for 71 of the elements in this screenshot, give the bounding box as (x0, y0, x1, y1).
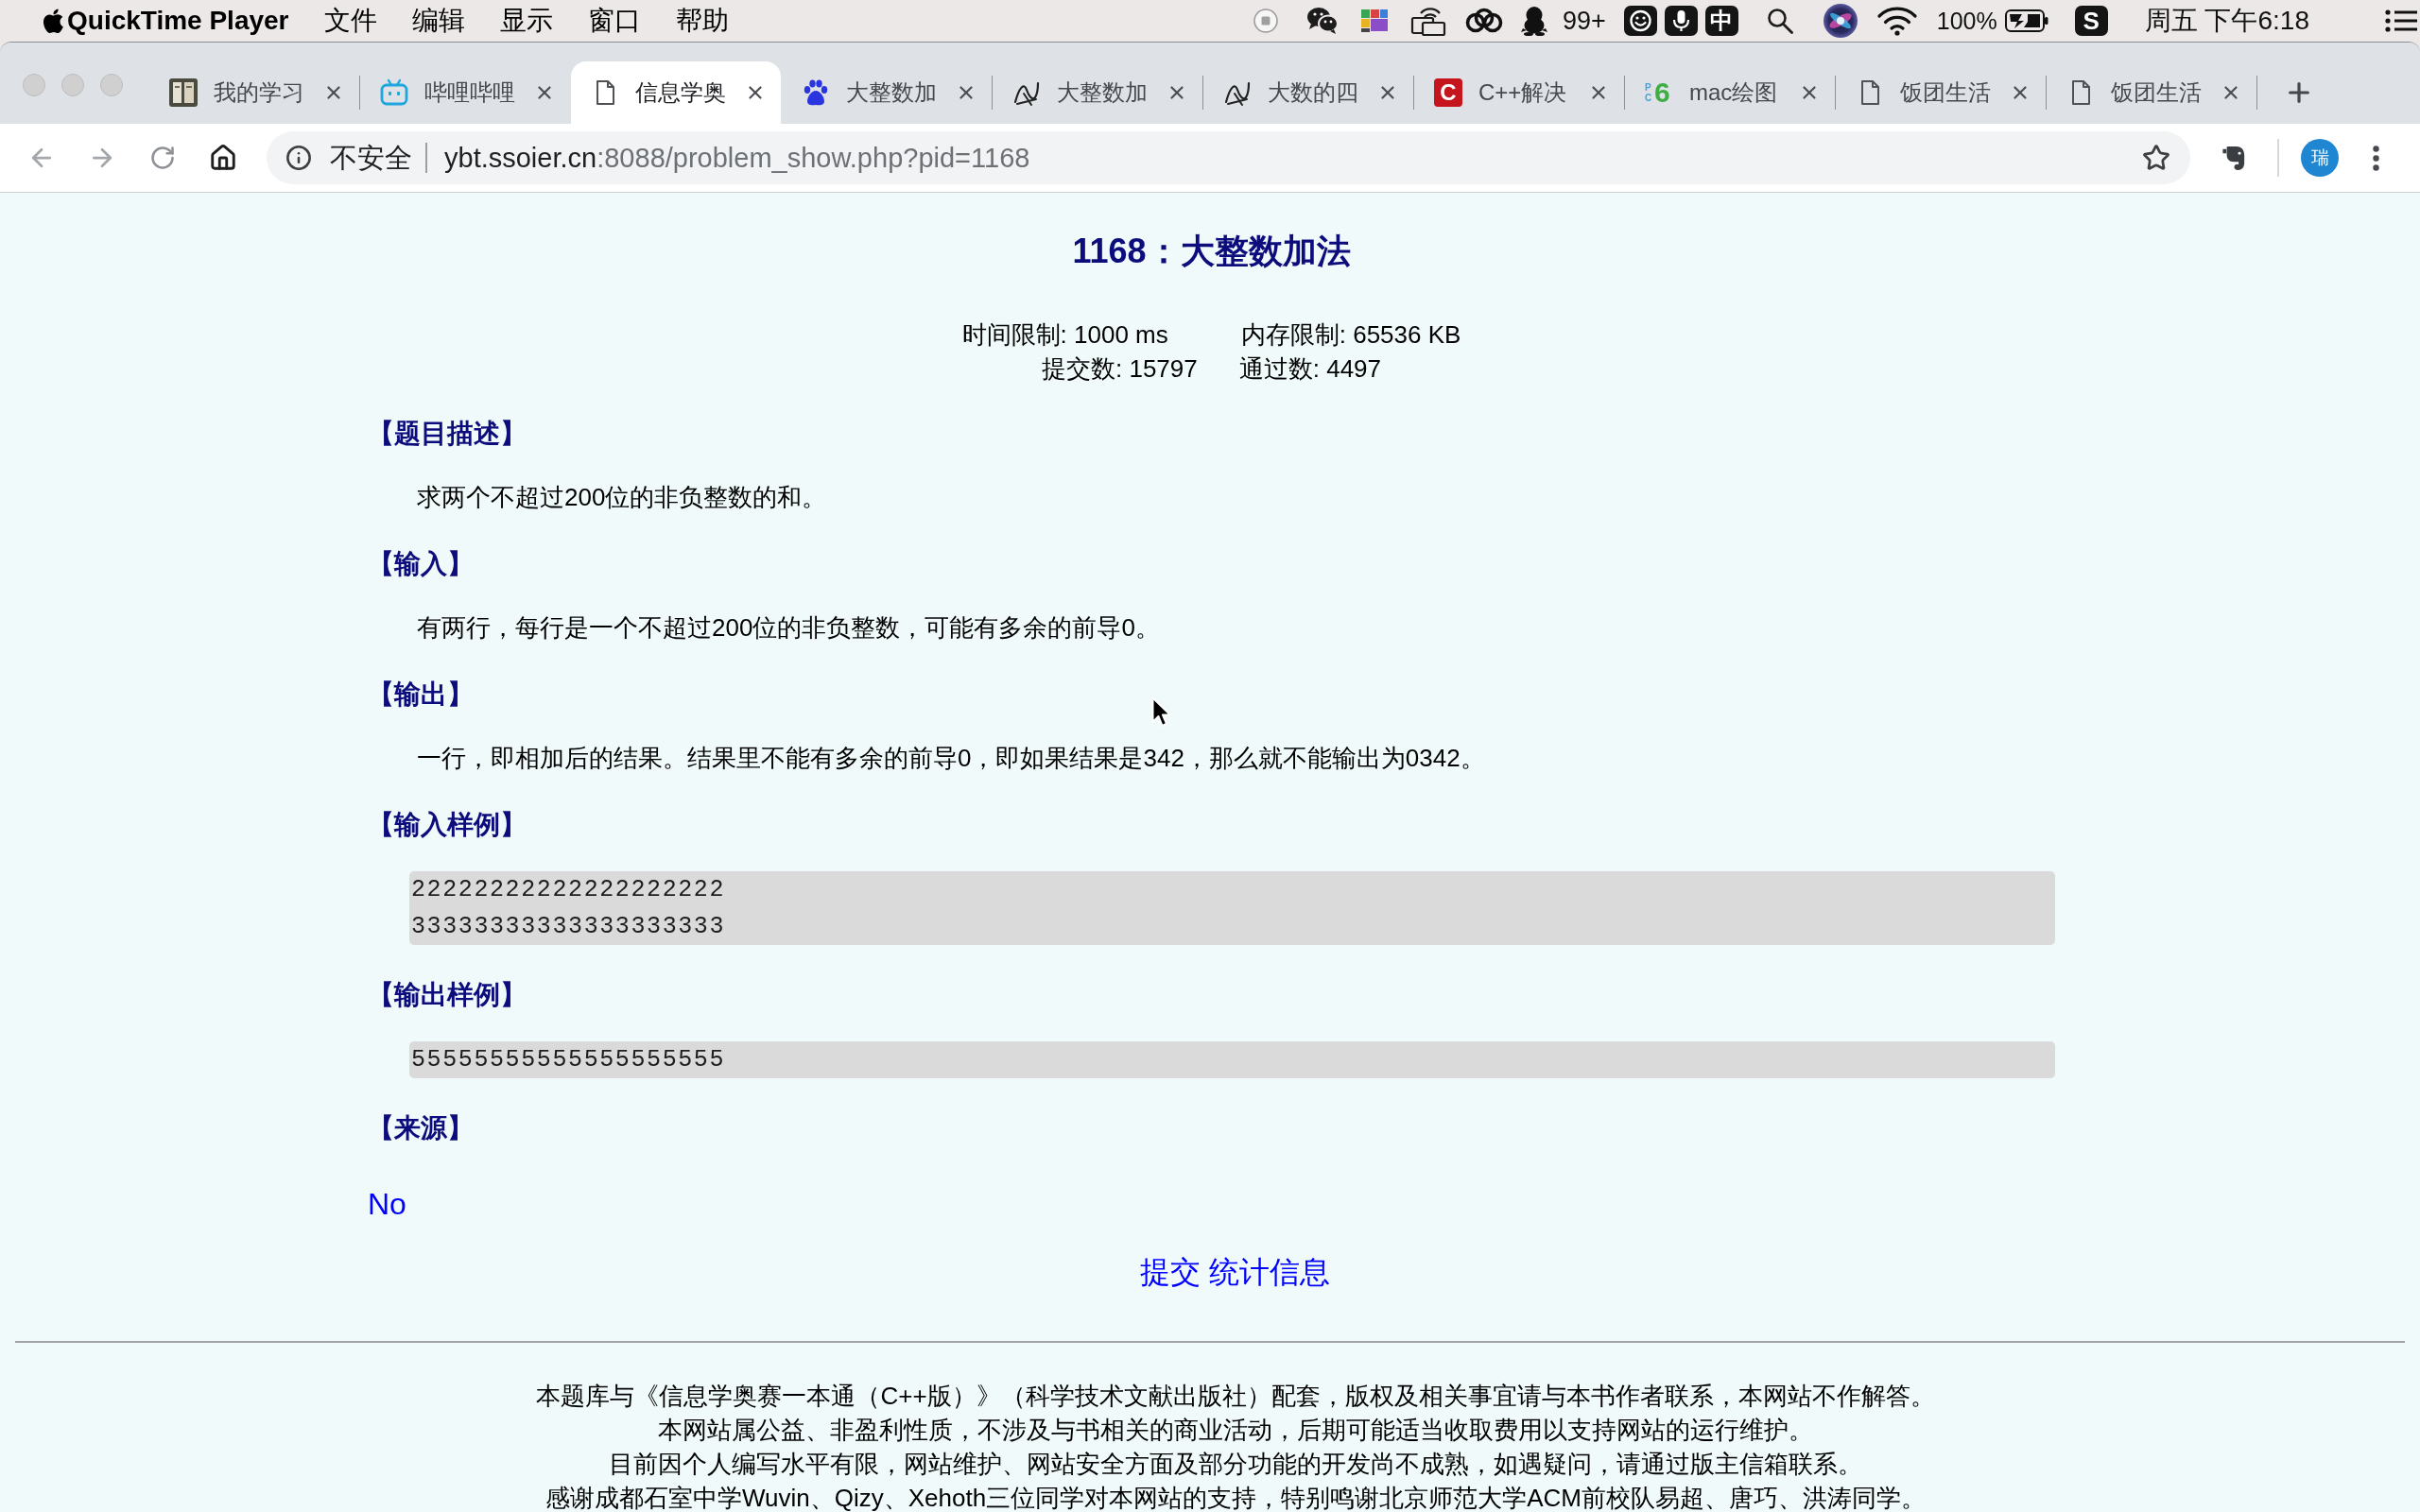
browser-tab[interactable]: 饭团生活 (1836, 61, 2046, 124)
sample-box: 55555555555555555555 (409, 1041, 2055, 1078)
browser-tab[interactable]: 大整数加 (782, 61, 992, 124)
battery-percentage: 100% (1936, 7, 1997, 36)
interlocked-rings-icon[interactable] (1464, 8, 1503, 34)
section-text: 求两个不超过200位的非负整数的和。 (417, 482, 827, 513)
wifi-icon[interactable] (1876, 6, 1918, 36)
browser-tab[interactable]: 信息学奥 (571, 61, 781, 124)
star-icon (2142, 144, 2170, 172)
browser-tab[interactable]: 我的学习 (149, 61, 359, 124)
footer-text: 本网站属公益、非盈利性质，不涉及与书相关的商业活动，后期可能适当收取费用以支持网站的运行维护。 (658, 1415, 1813, 1446)
menu-item[interactable]: 显示 (499, 4, 553, 38)
microphone-icon[interactable] (1664, 6, 1698, 36)
menu-item[interactable]: 帮助 (675, 4, 729, 38)
source-link[interactable]: No (368, 1185, 406, 1223)
browser-tab[interactable]: 饭团生活 (2047, 61, 2256, 124)
app-menu[interactable]: QuickTime Player (67, 4, 289, 38)
battery-charging-icon[interactable] (2004, 9, 2048, 32)
section-heading: 【输出样例】 (368, 979, 527, 1011)
home-icon (209, 144, 237, 172)
reload-icon (149, 145, 176, 171)
limit-text: 内存限制: 65536 KB (1240, 319, 1461, 351)
limit-text: 时间限制: 1000 ms (961, 319, 1168, 351)
list-icon[interactable] (2385, 9, 2417, 33)
menu-item[interactable]: 文件 (323, 4, 377, 38)
cursor-icon (1151, 696, 1172, 729)
browser-tab[interactable]: 哔哩哔哩 (360, 61, 570, 124)
section-heading: 【输入】 (368, 548, 474, 580)
problem-title: 1168：大整数加法 (1071, 231, 1352, 272)
section-heading: 【来源】 (368, 1112, 474, 1144)
notification-count: 99+ (1562, 6, 1606, 37)
url-text: ybt.ssoier.cn:8088/problem_show.php?pid=1168 (444, 142, 1030, 175)
search-icon[interactable] (1766, 8, 1793, 34)
action-link[interactable]: 统计信息 (1208, 1253, 1330, 1291)
thumbnail-icon (169, 78, 198, 107)
address-bar[interactable]: 不安全 ybt.ssoier.cn:8088/problem_show.php?pid=1168 (267, 131, 2190, 184)
footer-text: 感谢成都石室中学Wuvin、Qizy、Xehoth三位同学对本网站的支持，特别鸣谢北京师范大学ACM前校队易超、唐巧、洪涛同学。 (545, 1483, 1926, 1512)
orb-icon[interactable] (1822, 3, 1858, 39)
action-link[interactable]: 提交 (1139, 1253, 1201, 1291)
smiley-icon[interactable] (1623, 6, 1657, 36)
count-text: 通过数: 4497 (1238, 353, 1381, 385)
sample-box: 22222222222222222222 33333333333333333333 (409, 871, 2055, 945)
profile-avatar[interactable]: 瑞 (2301, 139, 2339, 177)
browser-tab[interactable]: 大数的四 (1203, 61, 1413, 124)
stop-icon[interactable] (1253, 9, 1278, 33)
section-heading: 【输出】 (368, 679, 474, 711)
section-heading: 【输入样例】 (368, 809, 527, 841)
paw-icon (802, 78, 830, 107)
site-info-button[interactable]: 不安全 (285, 141, 412, 175)
section-heading: 【题目描述】 (368, 418, 527, 450)
count-text: 提交数: 15797 (1041, 353, 1198, 385)
browser-tab[interactable]: 大整数加 (993, 61, 1202, 124)
logo-tile-button[interactable]: S (2074, 6, 2108, 36)
menu-item[interactable]: 窗口 (587, 4, 641, 38)
tv-icon (380, 78, 408, 107)
menu-clock[interactable]: 周五 下午6:18 (2144, 5, 2309, 37)
footer-text: 目前因个人编写水平有限，网站维护、网站安全方面及部分功能的开发尚不成熟，如遇疑问，请通过版主信箱联系。 (609, 1449, 1862, 1480)
letter-logo: C (1434, 78, 1462, 107)
chat-bubbles-icon[interactable] (1305, 7, 1339, 35)
input-method-button[interactable]: 中 (1704, 6, 1738, 36)
kebab-menu-icon (2372, 145, 2379, 171)
info-icon (285, 145, 312, 171)
browser-tab[interactable]: C C++解决 (1414, 61, 1624, 124)
section-text: 有两行，每行是一个不超过200位的非负整数，可能有多余的前导0。 (417, 612, 1160, 644)
penguin-icon[interactable] (1520, 6, 1547, 36)
section-text: 一行，即相加后的结果。结果里不能有多余的前导0，即如果结果是342，那么就不能输出为0342。 (417, 743, 1485, 774)
footer-text: 本题库与《信息学奥赛一本通（C++版）》（科学技术文献出版社）配套，版权及相关事宜请与本书作者联系，本网站不作解答。 (536, 1381, 1935, 1412)
colored-squares-icon[interactable] (1359, 7, 1389, 35)
menu-item[interactable]: 编辑 (411, 4, 465, 38)
monitor-cast-icon[interactable] (1409, 6, 1446, 36)
elephant-icon (2221, 144, 2246, 172)
